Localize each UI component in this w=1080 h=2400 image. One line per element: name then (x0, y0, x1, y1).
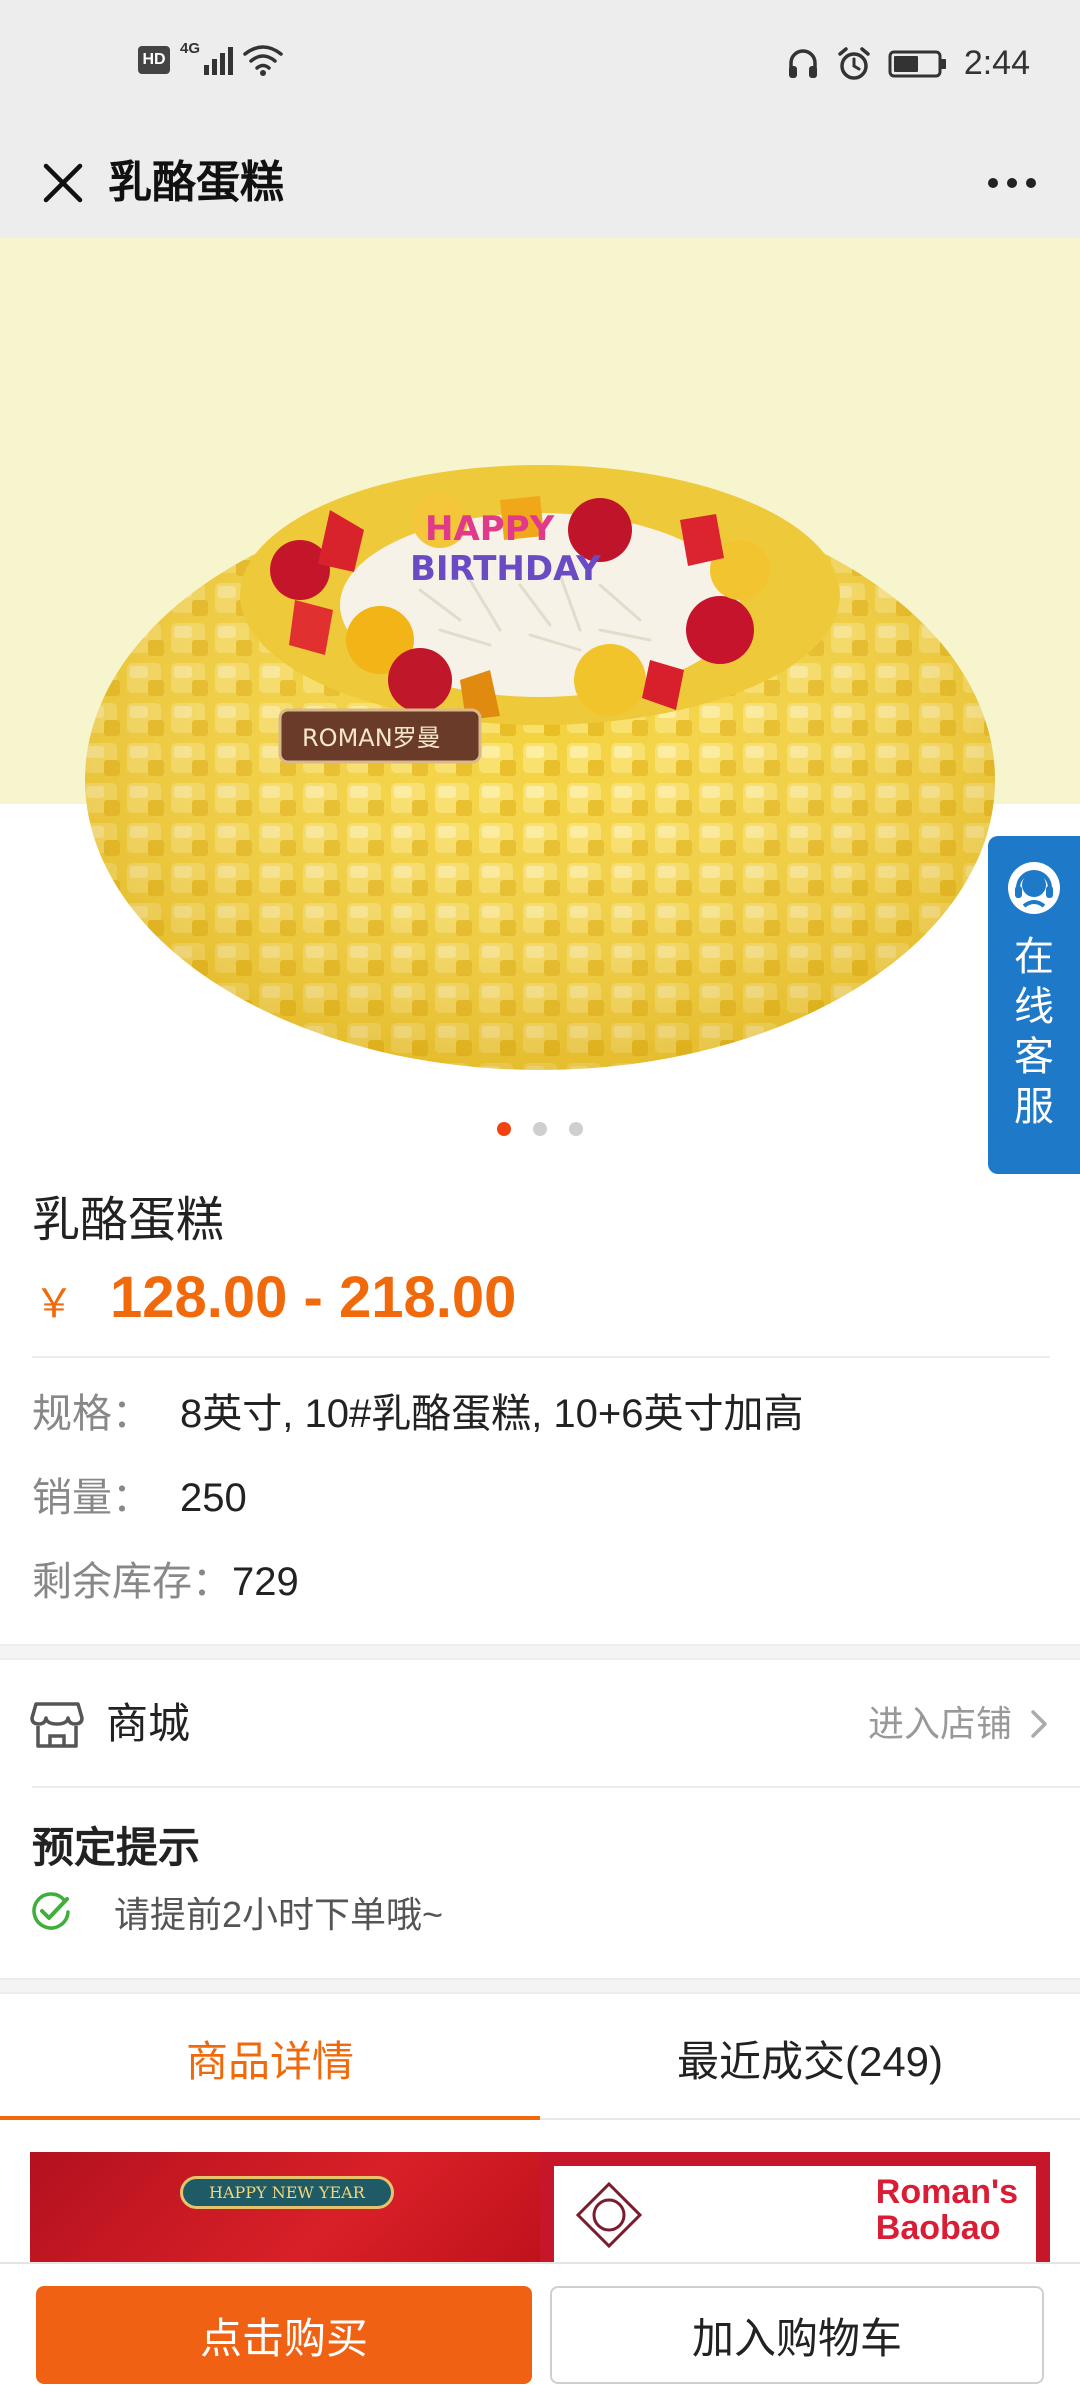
notice-text: 请提前2小时下单哦~ (114, 1894, 444, 1935)
detail-image-card: Roman's Baobao (554, 2166, 1036, 2264)
add-to-cart-button[interactable]: 加入购物车 (550, 2286, 1044, 2384)
status-time: 2:44 (963, 44, 1030, 82)
battery-icon (888, 50, 946, 77)
enter-shop-link[interactable]: 进入店铺 (868, 1694, 1048, 1754)
brand-line: Baobao (875, 2209, 1001, 2247)
brand-logo-icon (575, 2181, 643, 2249)
hd-badge: HD (138, 46, 170, 74)
product-image-carousel[interactable]: HAPPY BIRTHDAY ROMAN罗曼 (0, 238, 1080, 1168)
detail-image-preview: HAPPY NEW YEAR Roman's Baobao (30, 2152, 1050, 2264)
stock-row: 剩余库存： 729 (32, 1554, 299, 1610)
nav-bar: 乳酪蛋糕 (0, 128, 1080, 238)
shop-row[interactable]: 商城 进入店铺 (0, 1664, 1080, 1786)
svg-text:ROMAN罗曼: ROMAN罗曼 (302, 724, 441, 752)
more-button[interactable] (972, 150, 1052, 216)
online-service-button[interactable]: 在 线 客 服 (988, 836, 1080, 1174)
carousel-indicator (0, 1122, 1080, 1136)
network-type: 4G (180, 40, 201, 57)
spec-value: 8英寸, 10#乳酪蛋糕, 10+6英寸加高 (180, 1392, 804, 1436)
cake-image: HAPPY BIRTHDAY ROMAN罗曼 (85, 465, 995, 1070)
online-service-label: 在 线 客 服 (1014, 932, 1054, 1132)
service-char: 在 (1014, 935, 1054, 979)
tab-recent-deals[interactable]: 最近成交(249) (540, 1998, 1080, 2118)
more-dot (988, 178, 998, 188)
service-char: 线 (1014, 985, 1054, 1029)
sales-value: 250 (180, 1476, 247, 1520)
carousel-dot (569, 1122, 583, 1136)
signal-icon (204, 45, 234, 75)
brand-line: Roman's (875, 2173, 1018, 2211)
close-button[interactable] (30, 150, 96, 216)
wifi-icon (243, 45, 283, 76)
carousel-dot (533, 1122, 547, 1136)
divider (32, 1786, 1080, 1788)
buy-now-button[interactable]: 点击购买 (36, 2286, 532, 2384)
carousel-dot (497, 1122, 511, 1136)
new-year-banner: HAPPY NEW YEAR (180, 2176, 394, 2209)
stock-label: 剩余库存： (32, 1560, 232, 1604)
section-separator (0, 1644, 1080, 1660)
price-row: ￥ 128.00 - 218.00 (34, 1264, 516, 1331)
detail-image-left: HAPPY NEW YEAR (30, 2152, 540, 2264)
enter-shop-label: 进入店铺 (867, 1703, 1012, 1744)
status-bar: HD 4G 2:44 (0, 0, 1080, 128)
status-left: HD 4G (138, 40, 283, 76)
spec-row: 规格： 8英寸, 10#乳酪蛋糕, 10+6英寸加高 (32, 1386, 804, 1442)
notice-title: 预定提示 (32, 1824, 201, 1871)
shop-name: 商城 (106, 1700, 191, 1747)
sales-row: 销量： 250 (32, 1470, 247, 1526)
page-title: 乳酪蛋糕 (108, 158, 284, 207)
sales-label: 销量： (32, 1476, 152, 1520)
tab-product-details[interactable]: 商品详情 (0, 1998, 540, 2120)
section-separator (0, 1978, 1080, 1994)
notice-row: 请提前2小时下单哦~ (30, 1886, 443, 1938)
svg-text:BIRTHDAY: BIRTHDAY (410, 549, 601, 589)
stock-value: 729 (232, 1560, 299, 1604)
status-right: 2:44 (786, 44, 1030, 83)
divider (32, 1356, 1050, 1358)
brand-wordmark: Roman's Baobao (876, 2174, 1018, 2246)
more-dot (1007, 178, 1017, 188)
store-icon (30, 1702, 84, 1748)
cake-topper-text: HAPPY (425, 509, 555, 549)
spec-label: 规格： (32, 1392, 152, 1436)
more-dot (1026, 178, 1036, 188)
price-range: 128.00 - 218.00 (110, 1265, 517, 1330)
alarm-icon (838, 46, 870, 80)
customer-service-icon (1008, 862, 1060, 914)
product-name: 乳酪蛋糕 (32, 1194, 225, 1247)
service-char: 客 (1014, 1035, 1054, 1079)
check-circle-icon (32, 1892, 70, 1930)
close-icon (43, 163, 83, 203)
chevron-right-icon (1031, 1710, 1047, 1738)
detail-image-right: Roman's Baobao (540, 2152, 1050, 2264)
currency-symbol: ￥ (34, 1282, 74, 1326)
detail-tabs: 商品详情 最近成交(249) (0, 1998, 1080, 2120)
headset-icon (788, 48, 817, 78)
bottom-action-bar: 点击购买 加入购物车 (0, 2262, 1080, 2400)
service-char: 服 (1014, 1085, 1054, 1129)
